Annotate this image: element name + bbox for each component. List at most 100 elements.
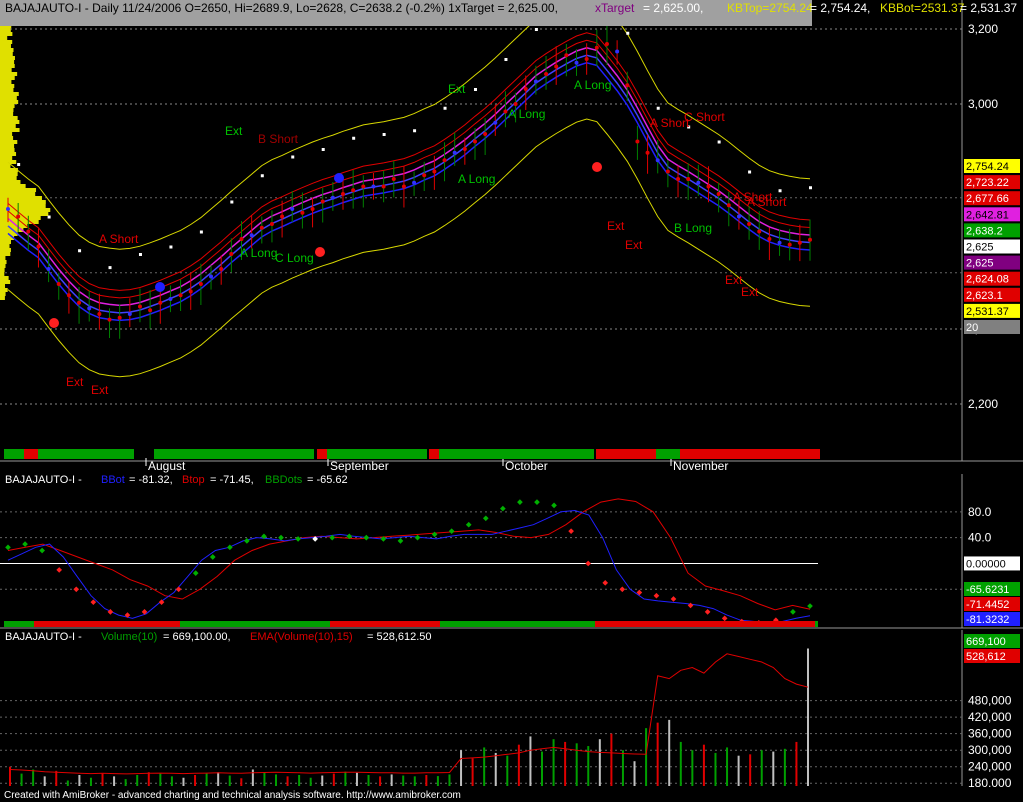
- target-dot: [383, 133, 386, 136]
- trend-ribbon: [317, 449, 327, 459]
- profile-bar: [0, 68, 12, 72]
- profile-bar: [0, 144, 14, 148]
- profile-bar: [0, 84, 14, 88]
- profile-bar: [0, 120, 19, 124]
- target-dot: [535, 28, 538, 31]
- profile-bar: [0, 156, 12, 160]
- trend-ribbon: [429, 449, 439, 459]
- price-dot: [737, 215, 741, 219]
- price-dot: [412, 181, 416, 185]
- month-label: November: [673, 459, 728, 473]
- profile-bar: [0, 40, 12, 44]
- signal-annotation: A Short: [99, 232, 139, 246]
- profile-bar: [0, 276, 9, 280]
- signal-annotation: A Long: [574, 78, 611, 92]
- price-dot: [798, 241, 802, 245]
- price-dot: [148, 308, 152, 312]
- price-tick-label: 3,000: [968, 97, 998, 111]
- profile-bar: [0, 184, 26, 188]
- chart-window: 2,2002,4003,0003,200ExtExtExtExtExtExtEx…: [0, 0, 1023, 802]
- price-dot: [108, 318, 112, 322]
- price-dot: [47, 267, 51, 271]
- price-dot: [87, 306, 91, 310]
- price-panel[interactable]: [0, 0, 1023, 461]
- oscillator-panel[interactable]: [0, 474, 1023, 628]
- profile-bar: [0, 200, 46, 204]
- target-dot: [504, 58, 507, 61]
- profile-bar: [0, 48, 14, 52]
- chart-canvas[interactable]: 2,2002,4003,0003,200ExtExtExtExtExtExtEx…: [0, 0, 1023, 802]
- target-dot: [413, 129, 416, 132]
- price-dot: [757, 230, 761, 234]
- target-dot: [322, 148, 325, 151]
- price-tick-label: 2,200: [968, 397, 998, 411]
- price-dot: [483, 132, 487, 136]
- profile-bar: [0, 268, 5, 272]
- signal-annotation: B Short: [258, 132, 299, 146]
- target-dot: [291, 156, 294, 159]
- profile-bar: [0, 248, 11, 252]
- profile-bar: [0, 56, 15, 60]
- vol-tick-label: 360,000: [968, 727, 1012, 741]
- price-dot: [179, 293, 183, 297]
- target-dot: [474, 88, 477, 91]
- price-dot: [290, 207, 294, 211]
- title-target-value: = 2,625.00,: [643, 1, 703, 15]
- signal-annotation: Ext: [91, 383, 109, 397]
- trend-ribbon: [680, 449, 820, 459]
- profile-bar: [0, 252, 10, 256]
- profile-bar: [0, 88, 13, 92]
- signal-annotation: Ext: [448, 82, 466, 96]
- price-dot: [788, 243, 792, 247]
- value-label: 20: [966, 322, 978, 334]
- price-dot: [300, 211, 304, 215]
- price-dot: [16, 215, 20, 219]
- profile-bar: [0, 284, 5, 288]
- price-dot: [635, 140, 639, 144]
- osc-value-label: -71.4452: [966, 599, 1009, 611]
- value-label: 2,723.22: [966, 177, 1009, 189]
- volume-panel[interactable]: [0, 630, 1023, 786]
- profile-bar: [0, 164, 10, 168]
- signal-annotation: Ext: [66, 375, 84, 389]
- price-dot: [666, 170, 670, 174]
- profile-bar: [0, 128, 20, 132]
- profile-bar: [0, 216, 41, 220]
- value-label: 2,677.66: [966, 193, 1009, 205]
- value-label: 2,638.2: [966, 225, 1003, 237]
- signal-annotation: Ext: [607, 219, 625, 233]
- price-dot: [331, 196, 335, 200]
- osc-tick-label: 0.00000: [966, 558, 1006, 570]
- signal-annotation: A Short: [747, 195, 787, 209]
- profile-bar: [0, 124, 16, 128]
- profile-bar: [0, 176, 17, 180]
- vol-tick-label: 240,000: [968, 760, 1012, 774]
- price-dot: [463, 147, 467, 151]
- profile-bar: [0, 72, 17, 76]
- target-dot: [230, 201, 233, 204]
- profile-bar: [0, 288, 8, 292]
- price-dot: [443, 158, 447, 162]
- profile-bar: [0, 244, 9, 248]
- price-dot: [686, 177, 690, 181]
- osc-ribbon: [4, 621, 818, 627]
- price-dot: [77, 301, 81, 305]
- price-dot: [656, 158, 660, 162]
- trend-ribbon: [327, 449, 427, 459]
- osc-title-bbdots-value: = -65.62: [307, 474, 348, 486]
- target-dot: [139, 253, 142, 256]
- price-dot: [696, 181, 700, 185]
- price-dot: [808, 238, 812, 242]
- signal-marker: [155, 282, 165, 292]
- price-dot: [625, 83, 629, 87]
- value-label: 2,642.81: [966, 209, 1009, 221]
- title-kbtop-value: = 2,754.24,: [810, 1, 870, 15]
- vol-value-label: 528,612: [966, 651, 1006, 663]
- price-dot: [341, 192, 345, 196]
- profile-bar: [0, 36, 7, 40]
- value-label: 2,625: [966, 242, 994, 254]
- osc-value-label: -65.6231: [966, 584, 1009, 596]
- target-dot: [169, 246, 172, 249]
- profile-bar: [0, 100, 18, 104]
- target-dot: [48, 216, 51, 219]
